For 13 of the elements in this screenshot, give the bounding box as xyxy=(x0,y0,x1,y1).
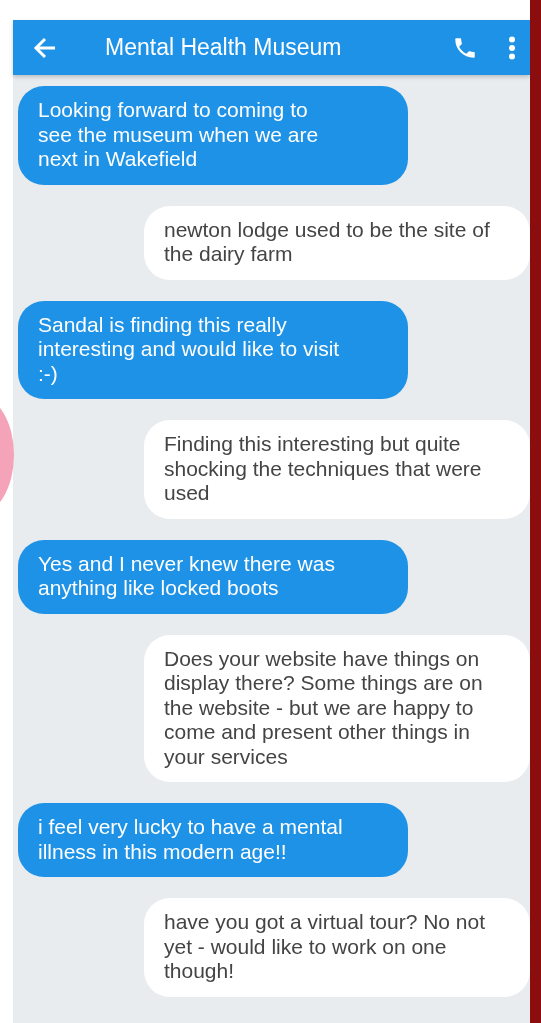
back-arrow-icon xyxy=(33,36,57,59)
message-bubble: Looking forward to coming to see the museum when we are next in Wakefield xyxy=(18,86,408,185)
more-icon xyxy=(508,35,516,60)
chat-title: Mental Health Museum xyxy=(105,34,343,61)
message-bubble: have you got a virtual tour? No not yet - would like to work on one though! xyxy=(144,898,530,997)
message-bubble: i feel very lucky to have a mental illness in this modern age!! xyxy=(18,803,408,877)
message-bubble: Finding this interesting but quite shocking the techniques that were used xyxy=(144,420,530,519)
message-bubble: Does your website have things on display there? Some things are on the website - but we are happy to come and present other things in your services xyxy=(144,634,530,782)
more-button[interactable] xyxy=(508,35,516,60)
message-bubble: Yes and I never knew there was anything like locked boots xyxy=(18,539,408,614)
back-button[interactable] xyxy=(33,36,57,59)
message-bubble: newton lodge used to be the site of the dairy farm xyxy=(144,205,530,280)
message-bubble: Sandal is finding this really interesting and would like to visit :-) xyxy=(18,300,408,399)
